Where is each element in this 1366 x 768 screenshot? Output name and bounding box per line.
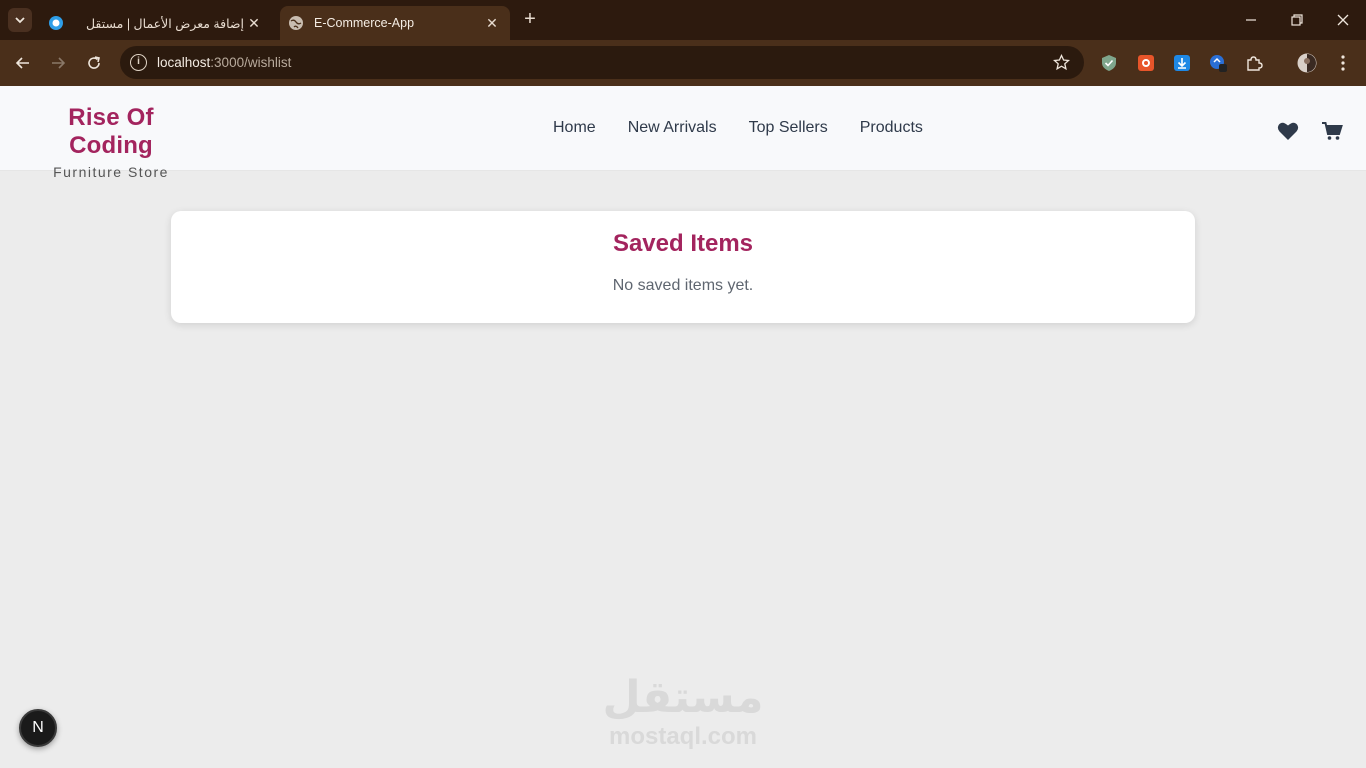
page-title: Saved Items — [612, 230, 754, 257]
address-bar[interactable]: i localhost:3000/wishlist — [120, 46, 1084, 79]
main-nav: Home New Arrivals Top Sellers Products — [553, 119, 923, 137]
new-tab-button[interactable]: + — [520, 9, 540, 30]
chevron-down-icon — [15, 17, 25, 24]
reload-button[interactable] — [83, 52, 105, 74]
nextjs-dev-badge[interactable]: N — [19, 709, 57, 747]
brand-tagline: Furniture Store — [53, 164, 169, 180]
reload-icon — [88, 56, 100, 69]
arrow-left-icon — [15, 57, 29, 69]
cart-icon[interactable] — [1320, 119, 1344, 143]
minimize-icon — [1246, 19, 1256, 21]
nav-link-products[interactable]: Products — [860, 119, 923, 137]
mostaql-circle-icon — [48, 15, 64, 31]
close-tab-icon[interactable]: ✕ — [244, 13, 264, 33]
browser-menu-icon[interactable] — [1333, 53, 1353, 73]
browser-tab-strip: إضافة معرض الأعمال | مستقل ✕ E-Commerce-… — [0, 0, 1366, 40]
forward-button[interactable] — [47, 52, 69, 74]
site-info-icon[interactable]: i — [130, 54, 147, 71]
puzzle-extensions-icon[interactable] — [1244, 53, 1264, 73]
minimize-button[interactable] — [1228, 0, 1274, 40]
arrow-right-icon — [52, 57, 66, 69]
profile-avatar-icon[interactable] — [1297, 53, 1317, 73]
nav-link-top-sellers[interactable]: Top Sellers — [749, 119, 828, 137]
close-window-button[interactable] — [1320, 0, 1366, 40]
mostaql-watermark: مستقل mostaql.com — [600, 672, 766, 750]
close-tab-icon[interactable]: ✕ — [482, 13, 502, 33]
download-extension-icon[interactable] — [1172, 53, 1192, 73]
empty-state-message: No saved items yet. — [612, 277, 754, 294]
tab-search-button[interactable] — [8, 8, 32, 32]
back-button[interactable] — [12, 52, 34, 74]
tab-ecommerce-app[interactable]: E-Commerce-App ✕ — [280, 6, 510, 40]
nav-link-home[interactable]: Home — [553, 119, 596, 137]
brand-logo[interactable]: Rise Of Coding Furniture Store — [24, 104, 198, 180]
tab-title: E-Commerce-App — [314, 16, 415, 30]
shield-extension-icon[interactable] — [1099, 53, 1119, 73]
tab-title: إضافة معرض الأعمال | مستقل — [85, 16, 244, 31]
globe-icon — [288, 15, 304, 31]
brand-name: Rise Of Coding — [68, 104, 154, 159]
browser-toolbar: i localhost:3000/wishlist — [0, 40, 1366, 86]
nav-link-new-arrivals[interactable]: New Arrivals — [628, 119, 717, 137]
watermark-latin: mostaql.com — [608, 723, 758, 750]
wishlist-card: Saved Items No saved items yet. — [171, 211, 1195, 323]
url-text[interactable]: localhost:3000/wishlist — [157, 55, 291, 70]
bookmark-star-icon[interactable] — [1052, 53, 1071, 76]
wishlist-heart-icon[interactable] — [1276, 119, 1300, 143]
watermark-arabic: مستقل — [602, 672, 764, 723]
restore-icon — [1291, 14, 1303, 26]
tab-mostaql[interactable]: إضافة معرض الأعمال | مستقل ✕ — [40, 6, 272, 40]
site-header: Rise Of Coding Furniture Store Home New … — [0, 86, 1366, 180]
close-icon — [1337, 14, 1349, 26]
orange-extension-icon[interactable] — [1136, 53, 1156, 73]
restore-button[interactable] — [1274, 0, 1320, 40]
blue-extension-icon[interactable] — [1208, 53, 1228, 73]
